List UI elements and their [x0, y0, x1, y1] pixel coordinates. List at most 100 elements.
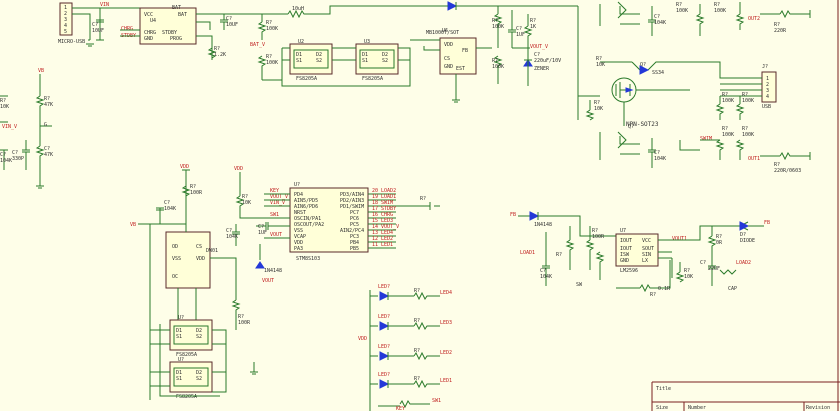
svg-text:100K: 100K	[492, 64, 504, 70]
svg-text:100K: 100K	[676, 8, 688, 14]
svg-text:R?: R?	[414, 376, 420, 382]
svg-text:100K: 100K	[722, 132, 734, 138]
svg-text:S1: S1	[362, 58, 368, 64]
svg-text:VDD: VDD	[180, 164, 189, 170]
svg-text:1N4148: 1N4148	[534, 222, 552, 228]
chrg-net: CHRG	[121, 26, 133, 32]
svg-text:G: G	[44, 122, 47, 128]
svg-text:104K: 104K	[540, 274, 552, 280]
svg-text:EST: EST	[456, 66, 465, 72]
svg-text:FB: FB	[764, 220, 770, 226]
svg-text:VOUT_V: VOUT_V	[530, 44, 548, 50]
fs-label-2: FS8205A	[362, 76, 383, 82]
svg-text:GND: GND	[444, 64, 453, 70]
schematic-sheet: 12 34 5 MICRO-USB VIN C? 10UF VCC BAT CHR…	[0, 0, 840, 411]
svg-text:LED2: LED2	[440, 350, 452, 356]
svg-text:VDD: VDD	[234, 166, 243, 172]
svg-text:S1: S1	[176, 334, 182, 340]
svg-text:104K: 104K	[0, 158, 12, 164]
svg-text:R?: R?	[556, 252, 562, 258]
svg-text:CAP: CAP	[728, 286, 737, 292]
svg-text:10K: 10K	[684, 274, 693, 280]
svg-text:330P: 330P	[12, 156, 24, 162]
svg-text:22UF: 22UF	[708, 266, 720, 272]
svg-text:S2: S2	[196, 334, 202, 340]
svg-text:100R: 100R	[190, 190, 203, 196]
svg-text:1UF: 1UF	[258, 230, 267, 236]
svg-text:IOUT: IOUT	[620, 238, 632, 244]
bat-v-net: BAT_V	[250, 42, 265, 48]
svg-text:104K: 104K	[226, 234, 238, 240]
usb-connector-label: MICRO-USB	[58, 39, 85, 45]
svg-text:100K: 100K	[714, 8, 726, 14]
svg-text:10K: 10K	[596, 62, 605, 68]
title-field: Title	[656, 386, 671, 392]
svg-text:100K: 100K	[742, 132, 754, 138]
svg-text:VIN_V: VIN_V	[2, 124, 17, 130]
svg-text:R?: R?	[650, 292, 656, 298]
svg-text:220R: 220R	[774, 28, 787, 34]
svg-text:0R: 0R	[716, 240, 723, 246]
svg-text:5: 5	[64, 29, 67, 35]
svg-text:100K: 100K	[722, 98, 734, 104]
svg-text:C?: C?	[700, 260, 706, 266]
usb-connector: 12 34 5 MICRO-USB	[58, 2, 85, 45]
svg-text:10UF: 10UF	[226, 22, 238, 28]
svg-text:LED1: LED1	[440, 378, 452, 384]
sw1-net: SW1	[270, 212, 279, 218]
svg-text:VDD: VDD	[196, 256, 205, 262]
svg-text:104K: 104K	[164, 206, 176, 212]
charger-ic-ref: U4	[150, 18, 156, 24]
svg-text:100K: 100K	[266, 26, 278, 32]
led-4: LED?	[378, 372, 414, 389]
svg-text:LED?: LED?	[378, 344, 390, 350]
load1-net: LOAD1	[520, 250, 535, 256]
u2-ref: U2	[298, 39, 304, 45]
svg-text:CS: CS	[444, 56, 450, 62]
u3-ref: U3	[364, 39, 370, 45]
svg-text:1K: 1K	[530, 24, 536, 30]
svg-text:SW: SW	[576, 282, 583, 288]
svg-text:OUT1: OUT1	[748, 156, 760, 162]
svg-text:ZENER: ZENER	[534, 66, 550, 72]
svg-text:104K: 104K	[654, 156, 666, 162]
svg-text:LED4: LED4	[440, 290, 452, 296]
svg-text:OC: OC	[172, 274, 178, 280]
svg-text:104K: 104K	[654, 20, 666, 26]
svg-text:S1: S1	[176, 376, 182, 382]
svg-text:100R: 100R	[238, 320, 251, 326]
vout1-net: VOUT1	[672, 236, 687, 242]
svg-text:KEY: KEY	[396, 406, 405, 411]
svg-text:1UF: 1UF	[516, 32, 525, 38]
svg-text:Q?: Q?	[628, 124, 634, 130]
title-block: Title Size Number Revision	[651, 381, 840, 411]
load2-net: LOAD2	[736, 260, 751, 266]
svg-text:100K: 100K	[492, 24, 504, 30]
svg-text:GND: GND	[620, 258, 629, 264]
svg-text:1.2K: 1.2K	[214, 52, 226, 58]
svg-text:S1: S1	[296, 58, 302, 64]
svg-text:47K: 47K	[44, 102, 53, 108]
u7-ref: U7	[620, 228, 626, 234]
svg-text:BAT: BAT	[178, 12, 187, 18]
svg-text:CS: CS	[196, 244, 202, 250]
svg-text:MB1000T/SOT: MB1000T/SOT	[426, 30, 459, 36]
schematic-svg: 12 34 5 MICRO-USB VIN C? 10UF VCC BAT CHR…	[0, 0, 840, 411]
svg-text:47K: 47K	[44, 152, 53, 158]
fs-label-1: FS8205A	[296, 76, 317, 82]
svg-text:11 LED1: 11 LED1	[372, 242, 393, 248]
svg-text:J?: J?	[762, 64, 768, 70]
led-3: LED?	[378, 344, 414, 361]
svg-text:GND: GND	[144, 36, 153, 42]
svg-text:LX: LX	[642, 258, 648, 264]
charger-ic-label: BAT	[172, 5, 181, 11]
dw01-ic: VSS VDD CS OD OC DW01	[165, 231, 218, 289]
svg-text:PA3: PA3	[294, 246, 303, 252]
svg-text:FB: FB	[510, 212, 516, 218]
svg-text:R?: R?	[414, 318, 420, 324]
svg-text:VCC: VCC	[642, 238, 651, 244]
mcu-label: STM8S103	[296, 256, 320, 262]
svg-text:S2: S2	[196, 376, 202, 382]
svg-text:PB5: PB5	[350, 246, 359, 252]
mosfet-label: SS34	[652, 70, 664, 76]
